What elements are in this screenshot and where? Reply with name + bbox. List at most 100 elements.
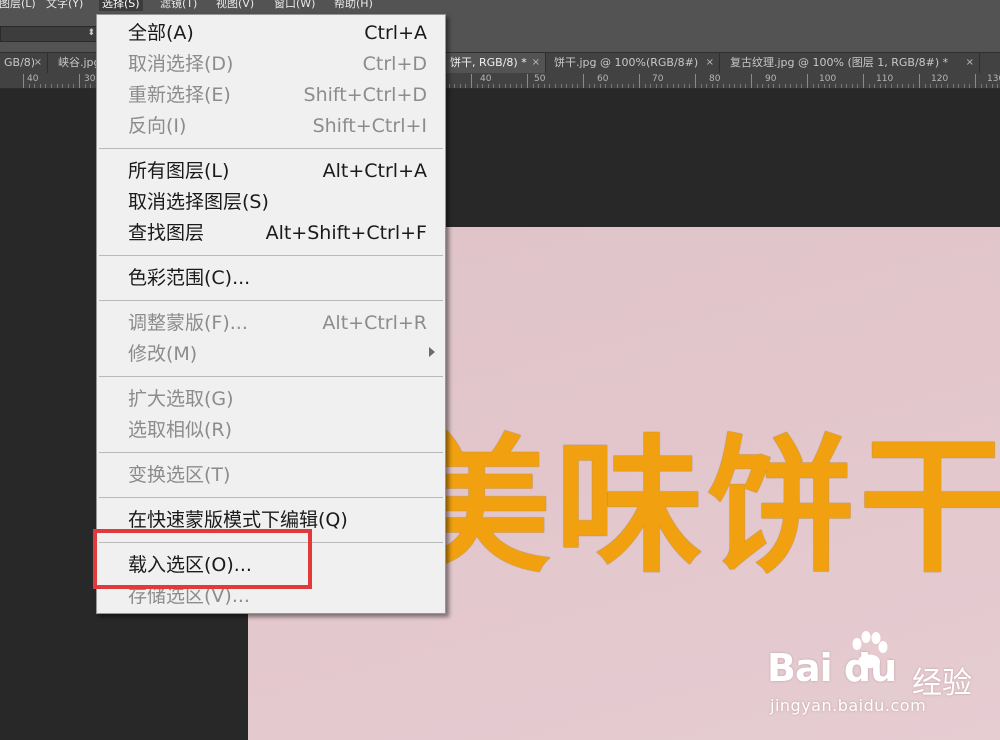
ruler-minor-tick bbox=[505, 84, 506, 88]
ruler-minor-tick bbox=[852, 84, 853, 88]
menu-item-label: 所有图层(L) bbox=[128, 160, 230, 182]
menu-select[interactable]: 选择(S) bbox=[99, 0, 143, 11]
ruler-minor-tick bbox=[790, 84, 791, 88]
menu-window[interactable]: 窗口(W) bbox=[271, 0, 318, 11]
menu-item-transform-selection[interactable]: 变换选区(T) bbox=[97, 460, 445, 491]
options-dropdown[interactable]: ⬍ bbox=[0, 26, 98, 42]
ruler-major-tick bbox=[23, 74, 24, 88]
ruler-minor-tick bbox=[874, 84, 875, 88]
ruler-minor-tick bbox=[953, 84, 954, 88]
close-icon[interactable]: × bbox=[706, 53, 714, 73]
ruler-minor-tick bbox=[846, 84, 847, 88]
ruler-minor-tick bbox=[689, 84, 690, 88]
menu-item-shortcut: Alt+Shift+Ctrl+F bbox=[265, 222, 427, 244]
ruler-major-tick bbox=[975, 74, 976, 88]
menu-item-refine-mask[interactable]: 调整蒙版(F)... Alt+Ctrl+R bbox=[97, 308, 445, 339]
ruler-label: 40 bbox=[27, 74, 39, 84]
menu-item-label: 取消选择图层(S) bbox=[128, 191, 269, 213]
ruler-minor-tick bbox=[51, 84, 52, 88]
menu-filter[interactable]: 滤镜(T) bbox=[157, 0, 200, 11]
ruler-minor-tick bbox=[930, 84, 931, 88]
document-tab-active[interactable]: 饼干, RGB/8) * × bbox=[446, 53, 546, 73]
ruler-minor-tick bbox=[544, 84, 545, 88]
menu-item-all-layers[interactable]: 所有图层(L) Alt+Ctrl+A bbox=[97, 156, 445, 187]
ruler-minor-tick bbox=[740, 84, 741, 88]
ruler-major-tick bbox=[807, 74, 808, 88]
ruler-major-tick bbox=[919, 74, 920, 88]
tab-label: 峡谷.jpg bbox=[58, 56, 100, 69]
ruler-label: 90 bbox=[765, 74, 777, 84]
menu-item-grow[interactable]: 扩大选取(G) bbox=[97, 384, 445, 415]
menu-item-shortcut: Alt+Ctrl+R bbox=[322, 312, 427, 334]
ruler-minor-tick bbox=[617, 84, 618, 88]
ruler-minor-tick bbox=[779, 84, 780, 88]
close-icon[interactable]: × bbox=[532, 53, 540, 73]
ruler-minor-tick bbox=[869, 84, 870, 88]
ruler-label: 80 bbox=[709, 74, 721, 84]
menu-bar: 图层(L) 文字(Y) 选择(S) 滤镜(T) 视图(V) 窗口(W) 帮助(H… bbox=[0, 0, 1000, 13]
menu-item-label: 反向(I) bbox=[128, 115, 187, 137]
ruler-minor-tick bbox=[561, 84, 562, 88]
ruler-minor-tick bbox=[885, 84, 886, 88]
document-tab[interactable]: 峡谷.jpg bbox=[54, 53, 100, 73]
menu-item-deselect-layers[interactable]: 取消选择图层(S) bbox=[97, 187, 445, 218]
ruler-minor-tick bbox=[997, 84, 998, 88]
menu-type[interactable]: 文字(Y) bbox=[43, 0, 86, 11]
ruler-minor-tick bbox=[628, 84, 629, 88]
ruler-major-tick bbox=[79, 74, 80, 88]
menu-item-inverse[interactable]: 反向(I) Shift+Ctrl+I bbox=[97, 111, 445, 142]
ruler-minor-tick bbox=[958, 84, 959, 88]
ruler-minor-tick bbox=[667, 84, 668, 88]
ruler-minor-tick bbox=[460, 84, 461, 88]
close-icon[interactable]: × bbox=[966, 53, 974, 73]
menu-layer[interactable]: 图层(L) bbox=[0, 0, 39, 11]
ruler-minor-tick bbox=[908, 84, 909, 88]
ruler-major-tick bbox=[527, 74, 528, 88]
ruler-minor-tick bbox=[90, 84, 91, 88]
ruler-major-tick bbox=[583, 74, 584, 88]
menu-separator bbox=[99, 300, 443, 301]
ruler-minor-tick bbox=[656, 84, 657, 88]
ruler-minor-tick bbox=[34, 84, 35, 88]
ruler-minor-tick bbox=[734, 84, 735, 88]
ruler-minor-tick bbox=[549, 84, 550, 88]
ruler-minor-tick bbox=[925, 84, 926, 88]
ruler-minor-tick bbox=[841, 84, 842, 88]
tab-label: GB/8) bbox=[4, 56, 36, 69]
menu-item-select-all[interactable]: 全部(A) Ctrl+A bbox=[97, 18, 445, 49]
ruler-minor-tick bbox=[510, 84, 511, 88]
document-tab[interactable]: GB/8) × bbox=[0, 53, 48, 73]
menu-item-shortcut: Shift+Ctrl+D bbox=[303, 84, 427, 106]
menu-item-color-range[interactable]: 色彩范围(C)... bbox=[97, 263, 445, 294]
menu-item-reselect[interactable]: 重新选择(E) Shift+Ctrl+D bbox=[97, 80, 445, 111]
menu-item-label: 查找图层 bbox=[128, 222, 205, 244]
ruler-minor-tick bbox=[986, 84, 987, 88]
menu-item-find-layers[interactable]: 查找图层 Alt+Shift+Ctrl+F bbox=[97, 218, 445, 249]
menu-view[interactable]: 视图(V) bbox=[213, 0, 257, 11]
tab-label: 饼干.jpg @ 100%(RGB/8#) bbox=[554, 56, 699, 69]
menu-separator bbox=[99, 497, 443, 498]
ruler-minor-tick bbox=[768, 84, 769, 88]
document-tab[interactable]: 饼干.jpg @ 100%(RGB/8#) × bbox=[550, 53, 720, 73]
ruler-minor-tick bbox=[729, 84, 730, 88]
close-icon[interactable]: × bbox=[34, 53, 42, 73]
ruler-minor-tick bbox=[773, 84, 774, 88]
ruler-minor-tick bbox=[796, 84, 797, 88]
baidu-jingyan-watermark: Bai du 经验 jingyan.baidu.com bbox=[762, 628, 1000, 723]
ruler-minor-tick bbox=[947, 84, 948, 88]
document-tab[interactable]: 复古纹理.jpg @ 100% (图层 1, RGB/8#) * × bbox=[726, 53, 980, 73]
ruler-minor-tick bbox=[85, 84, 86, 88]
ruler-minor-tick bbox=[673, 84, 674, 88]
menu-item-label: 全部(A) bbox=[128, 22, 194, 44]
menu-help[interactable]: 帮助(H) bbox=[331, 0, 376, 11]
ruler-minor-tick bbox=[521, 84, 522, 88]
ruler-label: 70 bbox=[652, 74, 664, 84]
ruler-minor-tick bbox=[622, 84, 623, 88]
ruler-minor-tick bbox=[712, 84, 713, 88]
menu-item-similar[interactable]: 选取相似(R) bbox=[97, 415, 445, 446]
submenu-arrow-icon bbox=[429, 347, 435, 357]
menu-item-deselect[interactable]: 取消选择(D) Ctrl+D bbox=[97, 49, 445, 80]
ruler-minor-tick bbox=[857, 84, 858, 88]
menu-item-modify[interactable]: 修改(M) bbox=[97, 339, 445, 370]
ruler-minor-tick bbox=[572, 84, 573, 88]
